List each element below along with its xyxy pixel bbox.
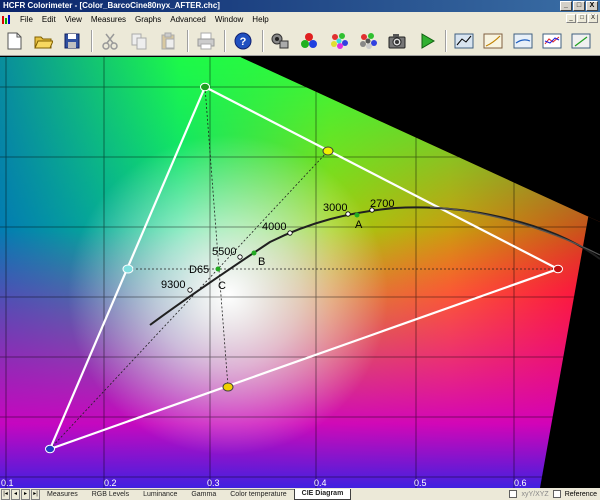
temp-label-d65: D65 bbox=[189, 264, 209, 276]
play-icon[interactable] bbox=[416, 29, 437, 53]
title-bar: HCFR Colorimeter - [Color_BarcoCine80nyx… bbox=[0, 0, 600, 12]
graph-view-2-icon[interactable] bbox=[483, 29, 504, 53]
tab-measures[interactable]: Measures bbox=[40, 488, 85, 500]
toolbar-separator bbox=[261, 29, 264, 52]
x-tick: 0.3 bbox=[207, 478, 220, 488]
xyy-checkbox[interactable] bbox=[509, 490, 518, 498]
menu-help[interactable]: Help bbox=[252, 15, 268, 24]
magenta-secondary-point bbox=[222, 382, 234, 392]
tab-luminance[interactable]: Luminance bbox=[136, 488, 185, 500]
point-a-marker bbox=[354, 212, 360, 218]
x-tick: 0.4 bbox=[314, 478, 327, 488]
point-label-b: B bbox=[258, 256, 265, 268]
copy-icon[interactable] bbox=[128, 29, 149, 53]
x-tick: 0.1 bbox=[1, 478, 14, 488]
blue-primary-point bbox=[45, 444, 55, 454]
graph-view-3-icon[interactable] bbox=[512, 29, 533, 53]
app-window: HCFR Colorimeter - [Color_BarcoCine80nyx… bbox=[0, 0, 600, 500]
rgb-icon[interactable] bbox=[299, 29, 320, 53]
cut-icon[interactable] bbox=[99, 29, 120, 53]
temp-label-3000: 3000 bbox=[323, 202, 347, 214]
toolbar-separator bbox=[445, 29, 448, 52]
reference-checkbox[interactable] bbox=[552, 490, 561, 498]
point-label-a: A bbox=[355, 219, 363, 231]
temp-label-9300: 9300 bbox=[161, 279, 185, 291]
measured-white-point bbox=[215, 266, 221, 272]
tab-color-temperature[interactable]: Color temperature bbox=[223, 488, 294, 500]
toolbar-separator bbox=[186, 29, 189, 52]
menu-bar: File Edit View Measures Graphs Advanced … bbox=[0, 12, 600, 26]
yellow-secondary-point bbox=[322, 146, 334, 156]
menu-advanced[interactable]: Advanced bbox=[170, 15, 206, 24]
tab-last-arrow-icon[interactable]: ▸| bbox=[31, 488, 40, 500]
menu-measures[interactable]: Measures bbox=[91, 15, 126, 24]
x-tick: 0.5 bbox=[414, 478, 427, 488]
window-title: HCFR Colorimeter - [Color_BarcoCine80nyx… bbox=[3, 1, 220, 10]
open-icon[interactable] bbox=[32, 29, 53, 53]
menu-edit[interactable]: Edit bbox=[42, 15, 56, 24]
point-b-marker bbox=[251, 250, 257, 256]
tab-first-arrow-icon[interactable]: |◂ bbox=[1, 488, 10, 500]
svg-text:?: ? bbox=[239, 36, 246, 48]
toolbar: ? bbox=[0, 26, 600, 56]
toolbar-separator bbox=[90, 29, 93, 52]
tab-next-arrow-icon[interactable]: ▸ bbox=[21, 488, 30, 500]
x-tick: 0.6 bbox=[514, 478, 527, 488]
menu-file[interactable]: File bbox=[20, 15, 33, 24]
temp-label-5500: 5500 bbox=[212, 246, 236, 258]
save-icon[interactable] bbox=[62, 29, 83, 53]
menu-graphs[interactable]: Graphs bbox=[135, 15, 161, 24]
toolbar-separator bbox=[224, 29, 227, 52]
new-icon[interactable] bbox=[3, 29, 24, 53]
close-button[interactable]: X bbox=[586, 1, 598, 11]
point-label-c: C bbox=[218, 280, 226, 292]
paste-icon[interactable] bbox=[158, 29, 179, 53]
tab-rgb-levels[interactable]: RGB Levels bbox=[84, 488, 137, 500]
mdi-minimize-button[interactable]: _ bbox=[566, 14, 576, 23]
mdi-restore-button[interactable]: □ bbox=[577, 14, 587, 23]
reference-checkbox-label: Reference bbox=[564, 490, 597, 498]
temp-label-4000: 4000 bbox=[262, 221, 286, 233]
x-tick: 0.2 bbox=[104, 478, 117, 488]
tab-cie-diagram[interactable]: CIE Diagram bbox=[293, 488, 352, 500]
sensor-icon[interactable] bbox=[270, 29, 291, 53]
help-icon[interactable]: ? bbox=[232, 29, 253, 53]
app-menu-icon[interactable] bbox=[2, 14, 11, 24]
tab-prev-arrow-icon[interactable]: ◂ bbox=[11, 488, 20, 500]
maximize-button[interactable]: □ bbox=[573, 1, 585, 11]
red-primary-point bbox=[553, 264, 563, 274]
xyy-checkbox-label: xyY/XYZ bbox=[521, 490, 549, 498]
cie-diagram[interactable]: 0.1 0.2 0.3 0.4 0.5 0.6 9300 D65 5500 40… bbox=[0, 57, 600, 488]
green-primary-point bbox=[200, 82, 210, 92]
graph-view-4-icon[interactable] bbox=[541, 29, 562, 53]
menu-window[interactable]: Window bbox=[215, 15, 243, 24]
mdi-close-button[interactable]: X bbox=[588, 14, 598, 23]
cyan-secondary-point bbox=[122, 264, 134, 274]
gray-colors-icon[interactable] bbox=[357, 29, 378, 53]
minimize-button[interactable]: _ bbox=[560, 1, 572, 11]
tab-gamma[interactable]: Gamma bbox=[184, 488, 224, 500]
colors-icon[interactable] bbox=[328, 29, 349, 53]
menu-view[interactable]: View bbox=[65, 15, 82, 24]
temp-label-2700: 2700 bbox=[370, 198, 394, 210]
graph-view-5-icon[interactable] bbox=[571, 29, 592, 53]
camera-icon[interactable] bbox=[387, 29, 408, 53]
tab-bar: |◂ ◂ ▸ ▸| Measures RGB Levels Luminance … bbox=[0, 488, 600, 500]
print-icon[interactable] bbox=[195, 29, 216, 53]
graph-view-1-icon[interactable] bbox=[453, 29, 474, 53]
